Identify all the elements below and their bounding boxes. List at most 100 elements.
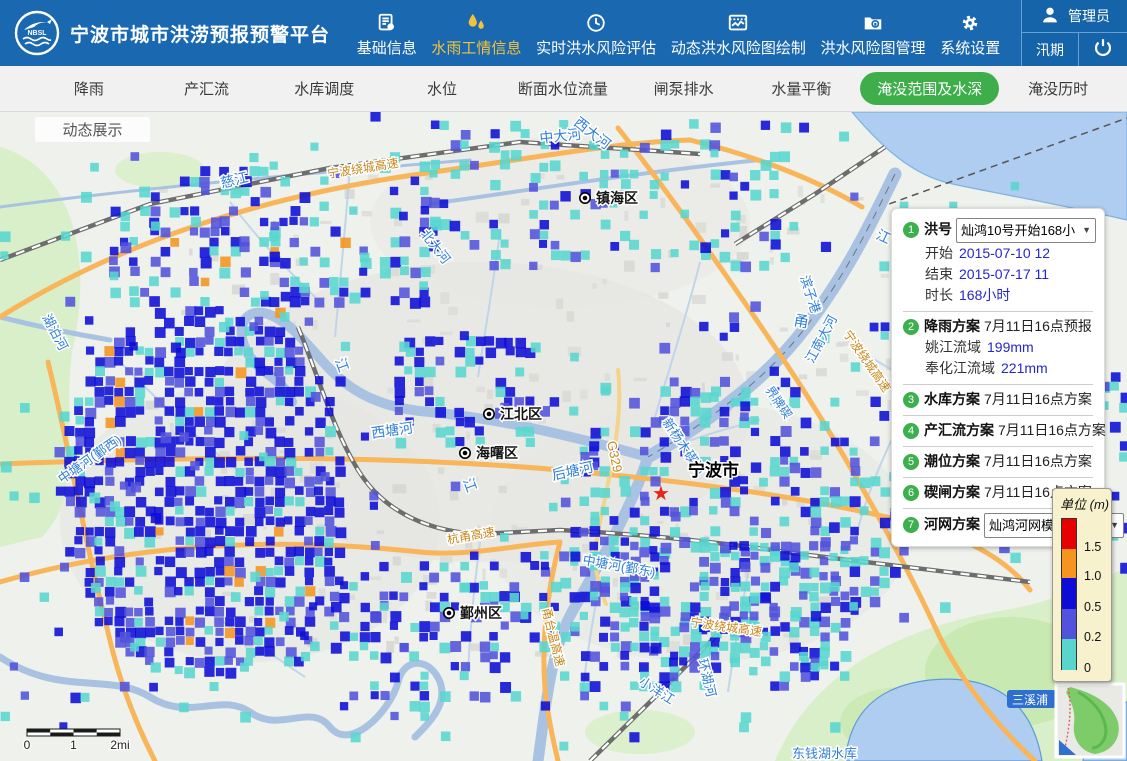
subrow-value: 199mm [987, 339, 1034, 355]
nav-item-动态洪水风险图绘制[interactable]: 动态洪水风险图绘制 [671, 12, 806, 58]
tab-label: 断面水位流量 [501, 72, 625, 105]
panel-divider [903, 311, 1093, 312]
dynamic-display-button[interactable]: 动态展示 [35, 117, 150, 142]
subrow-value: 2015-07-10 12 [959, 245, 1050, 261]
scale-label-0: 0 [24, 738, 31, 752]
depth-legend: 单位 (m) 1.51.00.50.20 [1052, 488, 1112, 682]
tab-淹没范围及水深[interactable]: 淹没范围及水深 [860, 72, 999, 105]
subrow-label: 奉化江流域 [925, 360, 995, 376]
legend-tick-0: 0 [1084, 661, 1091, 675]
user-label: 管理员 [1068, 6, 1110, 26]
city-star-icon: ★ [652, 483, 670, 505]
panel-subrow-结束: 结束 2015-07-17 11 [903, 264, 1093, 285]
logout-button[interactable] [1079, 33, 1127, 66]
nav-item-label: 水雨工情信息 [431, 37, 521, 58]
brand: NBSL 宁波市城市洪涝预报预警平台 [0, 0, 342, 66]
panel-item-label: 水库方案 [924, 391, 980, 407]
svg-text:NBSL: NBSL [27, 30, 47, 37]
panel-subrow-奉化江流域: 奉化江流域221mm [903, 358, 1093, 379]
tab-水量平衡[interactable]: 水量平衡 [743, 72, 861, 105]
subrow-value: 168小时 [959, 287, 1010, 303]
power-icon [1092, 36, 1114, 63]
nav-item-基础信息[interactable]: 基础信息 [357, 12, 417, 58]
panel-divider [903, 384, 1093, 385]
panel-item-洪号: 1 洪号灿鸿10号开始168小▼ [903, 218, 1093, 243]
step-number-badge: 4 [903, 423, 919, 439]
legend-tick-1.5: 1.5 [1084, 540, 1101, 554]
legend-title: 单位 (m) [1060, 494, 1107, 513]
nav-item-label: 实时洪水风险评估 [536, 37, 656, 58]
tab-断面水位流量[interactable]: 断面水位流量 [501, 72, 625, 105]
svg-text:东钱湖水库: 东钱湖水库 [792, 746, 857, 761]
nav-item-label: 基础信息 [357, 37, 417, 58]
tab-淹没历时[interactable]: 淹没历时 [999, 72, 1117, 105]
svg-text:镇海区: 镇海区 [596, 190, 638, 206]
panel-item-降雨方案: 2降雨方案7月11日16点预报 [903, 316, 1093, 337]
tab-label: 水库调度 [277, 72, 371, 105]
map-label-三溪浦: 三溪浦 [1007, 690, 1056, 708]
legend-segment-1.5+ [1062, 519, 1076, 549]
legend-segment-0-0.2 [1062, 639, 1076, 670]
app-logo-icon: NBSL [14, 10, 60, 56]
nav-item-洪水风险图管理[interactable]: 洪水风险图管理 [821, 12, 926, 58]
map-area[interactable]: 慈江宁波绕城高速中大河西大河镇海区北大河滨子港江甬宁波绕城高速江南大河界牌碶湖泊… [0, 112, 1127, 761]
tab-label: 降雨 [57, 72, 121, 105]
user-menu[interactable]: 管理员 [1022, 0, 1127, 33]
step-number-badge: 3 [903, 392, 919, 408]
step-number-badge: 6 [903, 485, 919, 501]
tab-label: 淹没范围及水深 [860, 72, 999, 105]
tab-闸泵排水[interactable]: 闸泵排水 [625, 72, 743, 105]
panel-divider [903, 477, 1093, 478]
tab-label: 水量平衡 [754, 72, 848, 105]
page-title: 宁波市城市洪涝预报预警平台 [70, 20, 330, 47]
panel-item-产汇流方案: 4产汇流方案7月11日16点方案 [903, 420, 1093, 441]
map-label-东钱湖水库: 东钱湖水库 [792, 746, 857, 761]
chart-icon [727, 12, 749, 34]
nav-item-label: 系统设置 [940, 37, 1000, 58]
panel-item-label: 洪号 [924, 221, 952, 237]
top-header: NBSL 宁波市城市洪涝预报预警平台 基础信息水雨工情信息实时洪水风险评估动态洪… [0, 0, 1127, 66]
panel-divider [903, 446, 1093, 447]
panel-subrow-时长: 时长 168小时 [903, 285, 1093, 306]
step-number-badge: 1 [903, 222, 919, 238]
tab-水位[interactable]: 水位 [383, 72, 501, 105]
nav-item-水雨工情信息[interactable]: 水雨工情信息 [431, 12, 521, 58]
flood-season-button[interactable]: 汛期 [1022, 33, 1079, 66]
洪号-select[interactable]: 灿鸿10号开始168小▼ [956, 218, 1096, 243]
panel-item-label: 潮位方案 [924, 453, 980, 469]
step-number-badge: 7 [903, 517, 919, 533]
legend-segment-1.0-1.5 [1062, 549, 1076, 578]
subrow-value: 2015-07-17 11 [959, 266, 1049, 282]
subrow-label: 结束 [925, 266, 953, 282]
nav-item-系统设置[interactable]: 系统设置 [940, 12, 1000, 58]
nav-item-实时洪水风险评估[interactable]: 实时洪水风险评估 [536, 12, 656, 58]
folder-lock-icon [862, 12, 884, 34]
legend-tick-1.0: 1.0 [1084, 569, 1101, 583]
clock-icon [585, 12, 607, 34]
legend-tick-0.2: 0.2 [1084, 630, 1101, 644]
map-label-甬: 甬 [792, 312, 810, 331]
subrow-label: 时长 [925, 287, 953, 303]
scale-label-1: 1 [70, 738, 77, 752]
nav-item-label: 动态洪水风险图绘制 [671, 37, 806, 58]
nav-item-label: 洪水风险图管理 [821, 37, 926, 58]
step-number-badge: 2 [903, 319, 919, 335]
panel-item-label: 降雨方案 [924, 318, 980, 334]
panel-item-label: 碶闸方案 [924, 484, 980, 500]
chevron-down-icon: ▼ [1082, 220, 1091, 241]
panel-subrow-开始: 开始2015-07-10 12 [903, 243, 1093, 264]
tab-降雨[interactable]: 降雨 [30, 72, 148, 105]
svg-text:鄞州区: 鄞州区 [460, 605, 502, 621]
step-number-badge: 5 [903, 454, 919, 470]
tab-产汇流[interactable]: 产汇流 [148, 72, 266, 105]
svg-text:三溪浦: 三溪浦 [1012, 693, 1048, 707]
main-nav: 基础信息水雨工情信息实时洪水风险评估动态洪水风险图绘制洪水风险图管理系统设置 [342, 0, 1021, 66]
overview-minimap[interactable] [1056, 684, 1124, 757]
panel-item-value: 7月11日16点方案 [998, 422, 1106, 438]
user-icon [1039, 4, 1061, 29]
tab-水库调度[interactable]: 水库调度 [265, 72, 383, 105]
tab-label: 水位 [410, 72, 474, 105]
panel-subrow-姚江流域: 姚江流域199mm [903, 337, 1093, 358]
legend-segment-0.2-0.5 [1062, 609, 1076, 639]
svg-text:甬: 甬 [792, 312, 810, 331]
